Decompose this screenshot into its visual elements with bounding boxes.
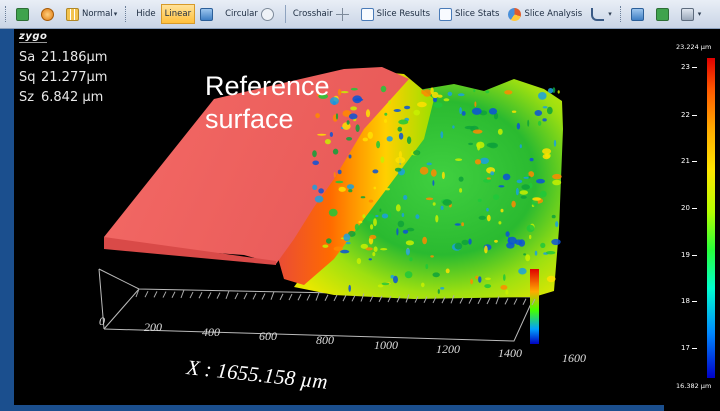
curve-tool-button[interactable]: ▾ <box>587 4 616 24</box>
window-frame-bottom <box>14 405 664 411</box>
x-tick-label: 600 <box>259 329 277 343</box>
surface-plot-canvas[interactable]: 0 200 400 600 800 1000 1200 1400 1600 X … <box>14 29 664 405</box>
hide-button[interactable]: Hide <box>132 4 159 24</box>
slice-analysis-label: Slice Analysis <box>524 9 583 19</box>
paste-icon <box>655 7 669 21</box>
surface-render-button[interactable] <box>37 4 61 24</box>
circular-label: Circular <box>225 9 258 19</box>
linear-slice-button[interactable]: Linear <box>160 4 196 24</box>
color-scale-tick: 19 <box>681 251 697 259</box>
crosshair-icon <box>335 7 349 21</box>
print-button[interactable]: ▾ <box>677 4 706 24</box>
normal-mode-button[interactable]: Normal ▾ <box>62 4 121 24</box>
stat-sa: Sa 21.186µm <box>19 50 108 65</box>
slice-results-icon <box>360 7 374 21</box>
color-scale-max: 23.224 µm <box>676 43 712 51</box>
slice-analysis-button[interactable]: Slice Analysis <box>504 4 586 24</box>
view-grid-button[interactable] <box>12 4 36 24</box>
color-scale-tick: 22 <box>681 111 697 119</box>
x-tick-label: 400 <box>202 325 220 339</box>
x-tick-label: 200 <box>144 320 162 334</box>
color-scale-tick: 17 <box>681 344 697 352</box>
linear-slice-tool-button[interactable] <box>196 4 220 24</box>
toolbar-grip[interactable] <box>619 6 624 22</box>
toolbar-grip[interactable] <box>5 6 9 22</box>
stat-sq: Sq 21.277µm <box>19 70 108 85</box>
crosshair-button[interactable]: Crosshair <box>289 4 356 24</box>
toolbar: Normal ▾ Hide Linear Circular Crosshair … <box>0 0 720 29</box>
crosshair-label: Crosshair <box>292 9 333 19</box>
copy-icon <box>630 7 644 21</box>
chevron-down-icon[interactable]: ▾ <box>114 10 118 18</box>
x-tick-label: 1400 <box>498 346 522 360</box>
slice-results-label: Slice Results <box>376 9 431 19</box>
color-scale-tick: 21 <box>681 157 697 165</box>
circle-slice-icon <box>260 7 274 21</box>
x-tick-label: 1200 <box>436 342 460 356</box>
x-tick-label: 1000 <box>374 338 398 352</box>
chevron-down-icon[interactable]: ▾ <box>698 10 702 18</box>
normal-label: Normal <box>82 9 113 19</box>
circular-slice-button[interactable]: Circular <box>221 4 281 24</box>
color-scale-tick: 23 <box>681 63 697 71</box>
color-scale-min: 16.382 µm <box>676 382 712 390</box>
display-mode-icon <box>66 7 79 21</box>
surface-stats: Sa 21.186µm Sq 21.277µm Sz 6.842 µm <box>19 48 107 108</box>
hide-label: Hide <box>136 9 156 19</box>
color-scale-tick: 20 <box>681 204 697 212</box>
x-tick-label: 800 <box>316 333 334 347</box>
slice-stats-icon <box>439 7 453 21</box>
x-tick-label: 1600 <box>562 351 586 365</box>
zygo-logo: zygo <box>19 31 48 43</box>
toolbar-separator <box>284 5 286 23</box>
print-icon <box>680 7 694 21</box>
copy-image-button[interactable] <box>627 4 651 24</box>
x-axis-tick-labels: 0 200 400 600 800 1000 1200 1400 1600 <box>99 314 586 365</box>
color-scale-bar[interactable] <box>707 58 715 378</box>
slice-stats-button[interactable]: Slice Stats <box>435 4 503 24</box>
grid-view-icon <box>16 7 29 21</box>
chevron-down-icon[interactable]: ▾ <box>608 10 612 18</box>
linear-label: Linear <box>164 9 192 19</box>
stat-sz: Sz 6.842 µm <box>19 90 104 105</box>
x-tick-label: 0 <box>99 314 105 328</box>
slice-stats-label: Slice Stats <box>455 9 500 19</box>
curve-icon <box>591 7 605 21</box>
line-slice-icon <box>200 7 214 21</box>
x-axis-label: X : 1655.158 µm <box>184 355 328 394</box>
paste-image-button[interactable] <box>652 4 676 24</box>
color-scale-mini <box>530 269 539 344</box>
slice-analysis-icon <box>508 7 522 21</box>
slice-results-button[interactable]: Slice Results <box>357 4 434 24</box>
reference-surface-annotation: Reference surface <box>205 71 330 134</box>
color-scale-tick: 18 <box>681 297 697 305</box>
toolbar-grip[interactable] <box>125 6 129 22</box>
surface-render-icon <box>41 7 54 21</box>
